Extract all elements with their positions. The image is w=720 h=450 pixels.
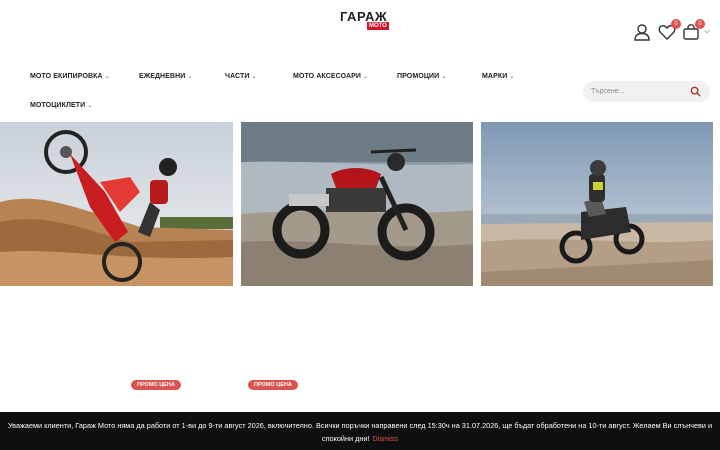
- scrambler-image: [241, 122, 473, 286]
- nav-item-brands[interactable]: МАРКИ ⌄: [482, 73, 515, 80]
- nav-item-moto-accessories[interactable]: МОТО АКСЕСОАРИ ⌄: [293, 73, 368, 80]
- dismiss-link[interactable]: Dismiss: [373, 434, 399, 443]
- nav-item-label: МОТОЦИКЛЕТИ: [30, 102, 86, 109]
- promo-badge: ПРОМО ЦЕНА: [248, 380, 298, 390]
- chevron-down-icon: ⌄: [251, 74, 257, 80]
- cart-button[interactable]: 0: [681, 19, 705, 42]
- search-input[interactable]: [591, 85, 687, 98]
- nav-item-everyday[interactable]: ЕЖЕДНЕВНИ ⌄: [139, 73, 193, 80]
- wishlist-count-badge: 0: [671, 19, 681, 29]
- logo-tag: МОТО: [367, 22, 389, 30]
- chevron-down-icon: ⌄: [87, 103, 93, 109]
- banner-tile-adventure[interactable]: [481, 122, 713, 286]
- banner-tile-scrambler[interactable]: [241, 122, 473, 286]
- nav-item-label: МОТО АКСЕСОАРИ: [293, 73, 362, 80]
- banner-tile-dirt-bike[interactable]: [0, 122, 233, 286]
- dirt-bike-image: [0, 122, 233, 286]
- nav-item-label: ЧАСТИ: [225, 73, 250, 80]
- site-logo[interactable]: ГАРАЖ МОТО: [340, 10, 389, 30]
- chevron-down-icon: ⌄: [363, 74, 369, 80]
- chevron-down-icon: ⌄: [441, 74, 447, 80]
- nav-item-label: МАРКИ: [482, 73, 508, 80]
- nav-item-moto-equipment[interactable]: МОТО ЕКИПИРОВКА ⌄: [30, 73, 110, 80]
- chevron-down-icon: ⌄: [187, 74, 193, 80]
- adventure-bike-image: [481, 122, 713, 286]
- user-icon[interactable]: [632, 22, 652, 42]
- store-notice-text: Уважаеми клиенти, Гараж Мото няма да раб…: [7, 421, 713, 443]
- nav-item-parts[interactable]: ЧАСТИ ⌄: [225, 73, 257, 80]
- nav-item-motorcycles[interactable]: МОТОЦИКЛЕТИ ⌄: [30, 102, 92, 109]
- search-icon[interactable]: [690, 86, 701, 97]
- chevron-down-icon: ⌄: [509, 74, 515, 80]
- nav-item-label: ЕЖЕДНЕВНИ: [139, 73, 186, 80]
- search-box: [583, 81, 710, 102]
- chevron-down-icon: ⌄: [104, 74, 110, 80]
- chevron-down-icon[interactable]: ⌵: [704, 26, 710, 36]
- wishlist-button[interactable]: 0: [657, 19, 681, 42]
- nav-item-label: МОТО ЕКИПИРОВКА: [30, 73, 103, 80]
- promo-badge: ПРОМО ЦЕНА: [131, 380, 181, 390]
- store-notice-bar: Уважаеми клиенти, Гараж Мото няма да раб…: [0, 412, 720, 450]
- nav-item-label: ПРОМОЦИИ: [397, 73, 440, 80]
- nav-item-promotions[interactable]: ПРОМОЦИИ ⌄: [397, 73, 446, 80]
